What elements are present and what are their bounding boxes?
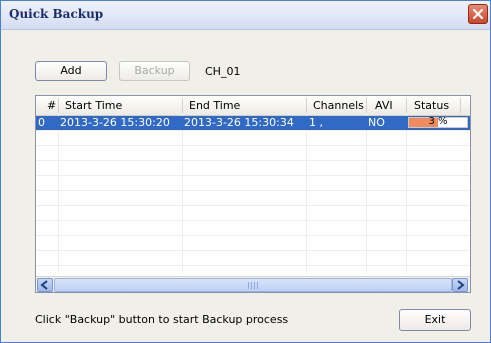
close-icon	[472, 8, 484, 20]
column-header-status[interactable]: Status	[414, 99, 449, 112]
scroll-right-button[interactable]	[452, 278, 468, 292]
cell-start-time: 2013-3-26 15:30:20	[60, 116, 170, 129]
chevron-left-icon	[40, 280, 48, 290]
title-bar[interactable]: Quick Backup	[1, 1, 490, 30]
backup-button[interactable]: Backup	[119, 61, 190, 81]
add-button[interactable]: Add	[35, 61, 107, 81]
backup-list[interactable]: # Start Time End Time Channels AVI Statu…	[35, 95, 471, 293]
column-header-channels[interactable]: Channels	[313, 99, 364, 112]
channel-label: CH_01	[205, 65, 241, 78]
horizontal-scrollbar[interactable]	[36, 276, 470, 292]
list-header: # Start Time End Time Channels AVI Statu…	[36, 96, 470, 116]
window-title: Quick Backup	[9, 7, 104, 21]
column-header-avi[interactable]: AVI	[375, 99, 393, 112]
cell-end-time: 2013-3-26 15:30:34	[184, 116, 294, 129]
progress-text: 3 %	[428, 116, 448, 127]
scroll-thumb[interactable]	[54, 278, 452, 292]
column-header-start-time[interactable]: Start Time	[65, 99, 122, 112]
cell-avi: NO	[368, 116, 385, 129]
close-button[interactable]	[468, 4, 488, 24]
column-header-end-time[interactable]: End Time	[189, 99, 240, 112]
cell-index: 0	[38, 116, 45, 129]
scroll-left-button[interactable]	[37, 278, 53, 292]
quick-backup-window: Quick Backup Add Backup CH_01 # Start Ti…	[0, 0, 491, 343]
list-rows	[36, 115, 470, 275]
exit-button[interactable]: Exit	[399, 309, 471, 331]
cell-channels: 1 ,	[309, 116, 323, 129]
table-row[interactable]: 0 2013-3-26 15:30:20 2013-3-26 15:30:34 …	[36, 116, 470, 130]
chevron-right-icon	[457, 280, 465, 290]
status-progress-bar: 3 %	[408, 116, 468, 128]
column-header-index[interactable]: #	[47, 99, 56, 112]
status-message: Click "Backup" button to start Backup pr…	[35, 313, 289, 326]
